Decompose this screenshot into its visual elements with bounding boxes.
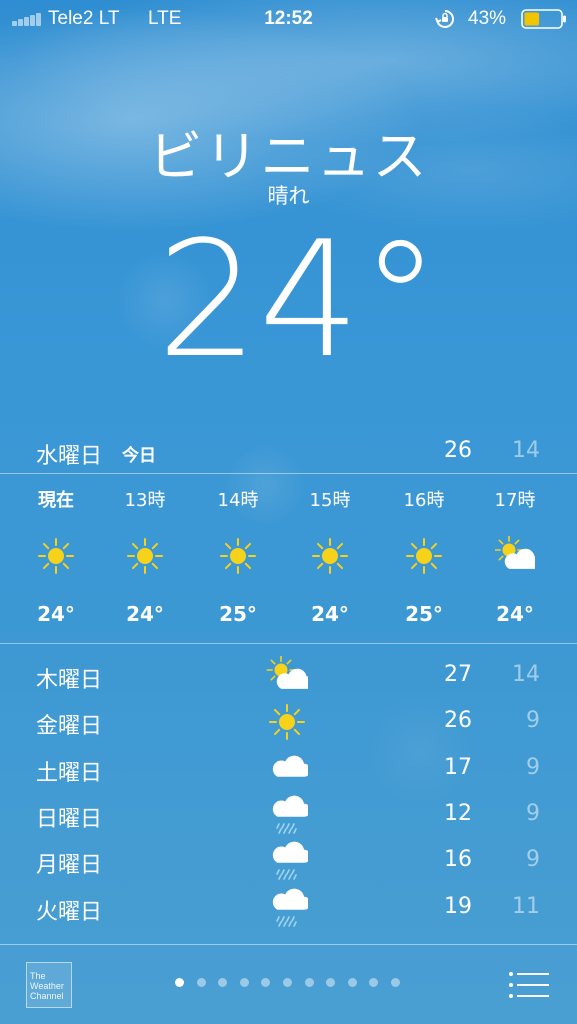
day-high: 16 <box>444 847 472 872</box>
today-low: 14 <box>512 438 540 463</box>
daily-row: 木曜日 27 14 <box>0 652 577 698</box>
day-name: 日曜日 <box>36 807 103 832</box>
city-list-icon[interactable] <box>508 970 550 1000</box>
today-high: 26 <box>444 438 472 463</box>
page-dot[interactable] <box>369 978 379 987</box>
battery-percentage: 43% <box>468 8 507 29</box>
weather-channel-logo[interactable]: The Weather Channel <box>26 962 72 1008</box>
hour-temp: 24° <box>496 602 534 626</box>
status-bar: Tele2 LT LTE 12:52 43% <box>0 0 577 38</box>
page-dot[interactable] <box>391 978 400 987</box>
daily-row: 金曜日 26 9 <box>0 698 577 744</box>
page-dot[interactable] <box>218 978 228 987</box>
page-dot[interactable] <box>261 978 271 987</box>
day-high: 27 <box>444 662 472 687</box>
page-dot[interactable] <box>326 978 336 987</box>
hour-item: 14時 25° <box>192 474 284 644</box>
page-dot[interactable] <box>175 978 184 987</box>
day-high: 26 <box>444 708 472 733</box>
day-low: 9 <box>526 801 540 826</box>
hour-item: 16時 25° <box>378 474 470 644</box>
sun-icon <box>125 536 165 576</box>
day-name: 火曜日 <box>36 900 103 925</box>
hour-temp: 25° <box>405 602 443 626</box>
sun-icon <box>36 536 76 576</box>
day-name: 月曜日 <box>36 853 103 878</box>
day-high: 17 <box>444 755 472 780</box>
partly-cloudy-icon <box>266 655 313 696</box>
hourly-forecast[interactable]: 現在 24° 13時 24° 14時 25° 15時 24° 16時 25° 1… <box>0 474 577 644</box>
day-low: 9 <box>526 847 540 872</box>
today-label: 今日 <box>122 446 156 466</box>
hour-time: 16時 <box>403 490 445 511</box>
daily-row: 火曜日 19 11 <box>0 884 577 930</box>
hour-time: 現在 <box>38 490 74 511</box>
hour-time: 14時 <box>217 490 259 511</box>
sun-icon <box>218 536 258 576</box>
divider <box>0 643 577 644</box>
hour-time: 13時 <box>124 490 166 511</box>
partly-cloudy-icon <box>494 535 541 576</box>
hour-item: 現在 24° <box>10 474 102 644</box>
sun-icon <box>310 536 350 576</box>
daily-row: 土曜日 17 9 <box>0 745 577 791</box>
hour-item: 13時 24° <box>99 474 191 644</box>
current-temperature: 24° <box>156 206 441 393</box>
battery-icon <box>521 9 566 29</box>
rain-icon <box>266 888 311 928</box>
hour-item: 15時 24° <box>284 474 376 644</box>
day-high: 12 <box>444 801 472 826</box>
rain-icon <box>266 795 311 835</box>
today-day: 水曜日 <box>36 444 103 469</box>
day-low: 9 <box>526 708 540 733</box>
today-summary: 水曜日 今日 26 14 <box>0 432 577 472</box>
rain-icon <box>266 841 311 881</box>
page-dot[interactable] <box>239 978 249 987</box>
sun-icon <box>266 702 308 742</box>
page-dot[interactable] <box>304 978 314 987</box>
daily-row: 日曜日 12 9 <box>0 791 577 837</box>
page-indicator[interactable] <box>170 978 410 990</box>
day-name: 金曜日 <box>36 714 103 739</box>
daily-row: 月曜日 16 9 <box>0 837 577 883</box>
bottom-toolbar: The Weather Channel <box>0 944 577 1024</box>
hour-temp: 24° <box>37 602 75 626</box>
page-dot[interactable] <box>347 978 357 987</box>
day-name: 木曜日 <box>36 668 103 693</box>
cloud-icon <box>266 749 311 789</box>
day-name: 土曜日 <box>36 761 103 786</box>
sun-icon <box>404 536 444 576</box>
hour-temp: 25° <box>219 602 257 626</box>
hour-time: 15時 <box>309 490 351 511</box>
day-low: 14 <box>512 662 540 687</box>
hour-temp: 24° <box>311 602 349 626</box>
hour-temp: 24° <box>126 602 164 626</box>
hour-item: 17時 24° <box>469 474 561 644</box>
day-low: 9 <box>526 755 540 780</box>
day-high: 19 <box>444 894 472 919</box>
hour-time: 17時 <box>494 490 536 511</box>
page-dot[interactable] <box>283 978 292 987</box>
page-dot[interactable] <box>196 978 206 987</box>
orientation-lock-icon <box>435 10 454 28</box>
daily-forecast[interactable]: 木曜日 27 14 金曜日 26 9 土曜日 17 9 日曜日 12 9 月曜日… <box>0 652 577 944</box>
day-low: 11 <box>512 894 540 919</box>
